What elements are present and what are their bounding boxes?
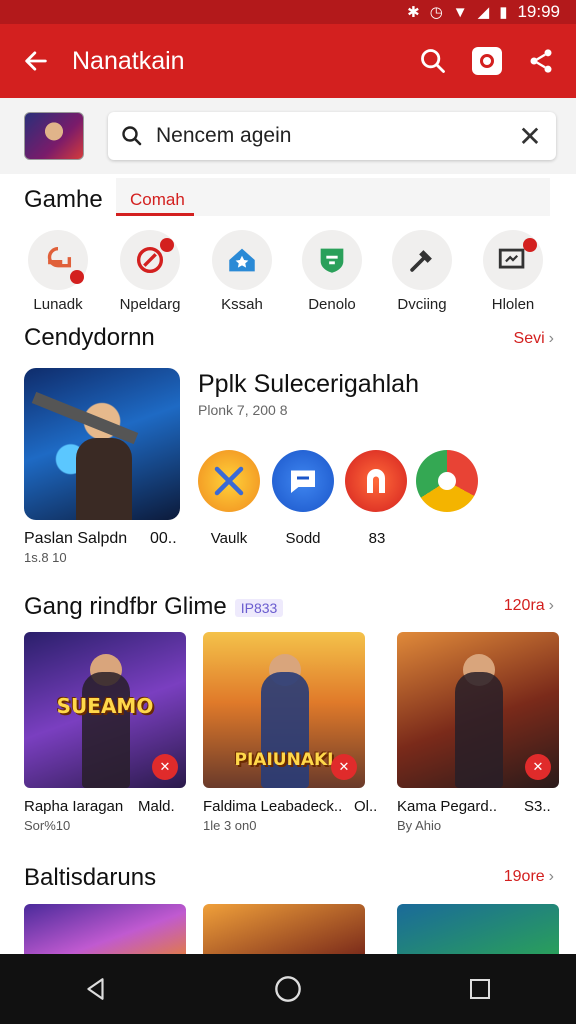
see-more-link[interactable]: Sevi › xyxy=(514,330,554,348)
game-card[interactable] xyxy=(397,904,559,956)
featured-game-sub: 1s.8 10 xyxy=(24,550,67,565)
game-card[interactable] xyxy=(24,904,186,956)
card-rating: Mald. xyxy=(138,798,175,815)
card-sub: By Ahio xyxy=(397,818,442,833)
game-thumbnail[interactable] xyxy=(24,112,84,160)
battery-icon: ▮ xyxy=(499,3,508,21)
chrome-icon xyxy=(438,472,456,490)
search-icon xyxy=(108,124,156,148)
system-nav-bar xyxy=(0,954,576,1024)
square-recents-icon xyxy=(470,979,490,999)
back-arrow-icon xyxy=(25,51,47,71)
bluetooth-icon: ✱ xyxy=(407,3,420,21)
category-row: Lunadk Npeldarg Kssah Denolo Dvciing Hlo… xyxy=(0,230,576,320)
section-title: Cendydornn xyxy=(24,324,155,351)
tab-indicator xyxy=(116,213,194,216)
section-badge: IP833 xyxy=(234,598,284,617)
category-item[interactable]: Npeldarg xyxy=(105,230,195,313)
chevron-right-icon: › xyxy=(548,597,554,614)
game-badge-icon: ✕ xyxy=(152,754,178,780)
featured-game-image[interactable] xyxy=(24,368,180,520)
app-icon-sodd[interactable] xyxy=(272,450,334,512)
game-card[interactable]: ✕ xyxy=(397,632,559,788)
tab-games[interactable]: Gamhe xyxy=(24,186,103,214)
alarm-icon: ◷ xyxy=(429,3,443,21)
search-icon xyxy=(421,49,445,73)
card-banner: SUEAMO xyxy=(56,694,154,718)
app-icon-83[interactable] xyxy=(345,450,407,512)
crossed-swords-icon xyxy=(214,466,244,496)
featured-game-name: Paslan Salpdn xyxy=(24,530,128,547)
game-card[interactable]: SUEAMO ✕ xyxy=(24,632,186,788)
search-query: Nencem agein xyxy=(156,124,292,147)
wifi-icon: ▼ xyxy=(452,3,468,21)
tab-active[interactable]: Comah xyxy=(130,190,185,210)
nav-back-button[interactable] xyxy=(66,959,126,1019)
card-sub: 1le 3 on0 xyxy=(203,818,257,833)
status-bar: ✱ ◷ ▼ ◢ ▮ 19:99 xyxy=(0,0,576,24)
see-more-link[interactable]: 19ore › xyxy=(504,868,554,886)
see-more-link[interactable]: 120ra › xyxy=(504,597,554,615)
app-title: Nanatkain xyxy=(72,46,185,75)
camera-button[interactable] xyxy=(460,34,514,88)
nav-recents-button[interactable] xyxy=(450,959,510,1019)
app-icon-chrome[interactable] xyxy=(416,450,478,512)
headline-sub: Plonk 7, 200 8 xyxy=(198,402,288,418)
featured-game-meta: 00.. xyxy=(150,530,177,547)
section-title: Gang rindfbr Glime IP833 xyxy=(24,593,284,621)
app-label: Vaulk xyxy=(210,530,248,547)
category-item[interactable]: Dvciing xyxy=(377,230,467,313)
camera-icon xyxy=(472,47,502,75)
triangle-back-icon xyxy=(87,978,104,1000)
headline-title: Pplk Sulecerigahlah xyxy=(198,370,419,398)
back-button[interactable] xyxy=(0,24,72,98)
category-item[interactable]: Hlolen xyxy=(468,230,558,313)
gamepad-icon xyxy=(47,246,72,268)
hammer-icon xyxy=(410,250,432,272)
card-name: Faldima Leabadeck.. xyxy=(203,798,343,815)
search-row: Nencem agein ✕ xyxy=(0,98,576,174)
share-icon xyxy=(530,49,552,73)
category-item[interactable]: Denolo xyxy=(287,230,377,313)
chevron-right-icon: › xyxy=(548,330,554,347)
chevron-right-icon: › xyxy=(548,868,554,885)
game-badge-icon: ✕ xyxy=(331,754,357,780)
clear-icon[interactable]: ✕ xyxy=(504,120,556,153)
game-card[interactable] xyxy=(203,904,365,956)
arch-icon xyxy=(367,469,385,493)
circle-home-icon xyxy=(275,976,301,1002)
card-name: Rapha Iaragan xyxy=(24,798,124,815)
shield-icon xyxy=(320,248,344,273)
app-icon-vaulk[interactable] xyxy=(198,450,260,512)
nav-home-button[interactable] xyxy=(258,959,318,1019)
tab-bar: Gamhe Comah xyxy=(0,174,576,220)
search-button[interactable] xyxy=(406,34,460,88)
game-card[interactable]: PIAIUNAKI ✕ xyxy=(203,632,365,788)
app-label: Sodd xyxy=(285,530,321,547)
search-input[interactable]: Nencem agein ✕ xyxy=(108,112,556,160)
category-item[interactable]: Lunadk xyxy=(13,230,103,313)
tab-active-container: Comah xyxy=(116,178,550,216)
card-rating: S3.. xyxy=(524,798,551,815)
app-bar: Nanatkain xyxy=(0,24,576,98)
game-badge-icon: ✕ xyxy=(525,754,551,780)
status-time: 19:99 xyxy=(517,2,560,21)
chat-icon xyxy=(291,470,315,493)
card-rating: Ol.. xyxy=(354,798,378,815)
card-name: Kama Pegard.. xyxy=(397,798,498,815)
section-title: Baltisdaruns xyxy=(24,864,157,891)
card-sub: Sor%10 xyxy=(24,818,71,833)
category-item[interactable]: Kssah xyxy=(197,230,287,313)
signal-icon: ◢ xyxy=(477,3,490,21)
share-button[interactable] xyxy=(514,34,568,88)
home-star-icon xyxy=(229,248,255,272)
app-label: 83 xyxy=(368,530,386,547)
